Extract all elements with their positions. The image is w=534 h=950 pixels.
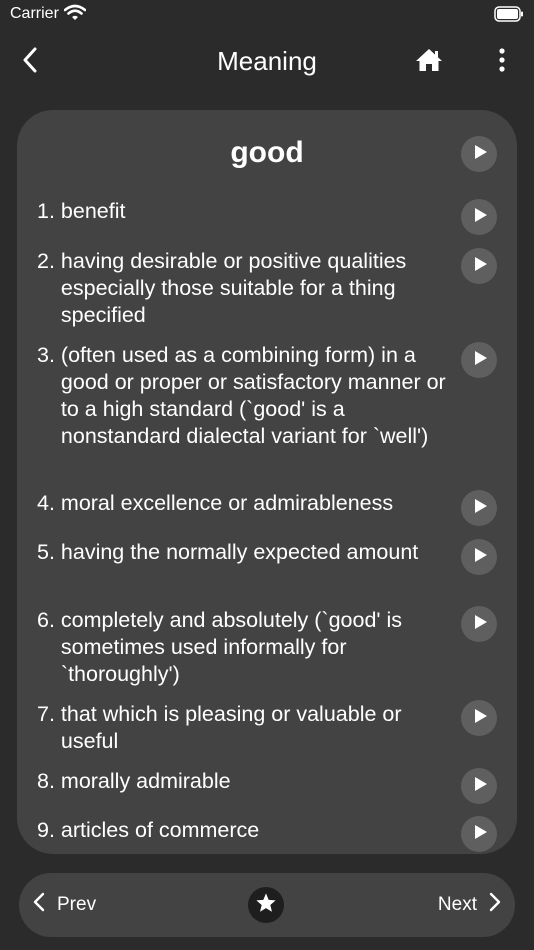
- word-title: good: [230, 136, 304, 169]
- meaning-card: good 1. benefit 2. having desirable or p…: [17, 110, 517, 854]
- chevron-right-icon: [489, 892, 501, 918]
- home-button[interactable]: [412, 46, 446, 78]
- meaning-item: 9. articles of commerce: [37, 817, 455, 844]
- meaning-number: 8.: [37, 769, 61, 793]
- next-button[interactable]: Next: [438, 889, 501, 921]
- home-icon: [415, 48, 443, 77]
- play-meaning-button[interactable]: [461, 490, 497, 526]
- meaning-item: 6. completely and absolutely (`good' is …: [37, 607, 455, 688]
- play-meaning-button[interactable]: [461, 606, 497, 642]
- meaning-number: 2.: [37, 249, 61, 273]
- more-button[interactable]: [488, 46, 516, 78]
- play-icon: [471, 144, 488, 165]
- meaning-text: that which is pleasing or valuable or us…: [60, 702, 402, 753]
- play-meaning-button[interactable]: [461, 342, 497, 378]
- meaning-item: 1. benefit: [37, 198, 455, 225]
- meaning-item: 2. having desirable or positive qualitie…: [37, 248, 455, 329]
- wifi-icon: [63, 4, 87, 26]
- meaning-text: moral excellence or admirableness: [60, 491, 394, 515]
- meaning-item: 7. that which is pleasing or valuable or…: [37, 701, 455, 755]
- meaning-item: 3. (often used as a combining form) in a…: [37, 342, 455, 450]
- play-word-button[interactable]: [461, 136, 497, 172]
- more-vertical-icon: [499, 47, 505, 77]
- meaning-text: morally admirable: [60, 769, 231, 793]
- play-meaning-button[interactable]: [461, 539, 497, 575]
- meaning-text: (often used as a combining form) in a go…: [60, 343, 446, 448]
- play-icon: [471, 776, 488, 797]
- prev-label: Prev: [57, 894, 97, 915]
- meaning-item: 4. moral excellence or admirableness: [37, 490, 455, 517]
- meaning-number: 1.: [37, 199, 61, 223]
- meaning-number: 5.: [37, 540, 61, 564]
- next-label: Next: [437, 894, 477, 915]
- meaning-text: articles of commerce: [60, 818, 260, 842]
- play-icon: [471, 547, 488, 568]
- meaning-text: benefit: [60, 199, 126, 223]
- meaning-number: 7.: [37, 702, 61, 726]
- star-icon: [255, 892, 277, 919]
- meaning-text: completely and absolutely (`good' is som…: [60, 608, 403, 686]
- play-meaning-button[interactable]: [461, 816, 497, 852]
- play-icon: [471, 256, 488, 277]
- meaning-text: having desirable or positive qualities e…: [60, 249, 407, 327]
- favorite-button[interactable]: [248, 887, 284, 923]
- status-bar: Carrier: [0, 0, 534, 30]
- play-meaning-button[interactable]: [461, 199, 497, 235]
- play-icon: [471, 708, 488, 729]
- page-title: Meaning: [217, 46, 317, 76]
- carrier-label: Carrier: [10, 5, 59, 22]
- meaning-number: 9.: [37, 818, 61, 842]
- prev-button[interactable]: Prev: [33, 889, 96, 921]
- nav-bar: Meaning: [0, 38, 534, 86]
- play-icon: [471, 614, 488, 635]
- meaning-number: 3.: [37, 343, 61, 367]
- bottom-bar: Prev Next: [19, 873, 515, 937]
- meaning-item: 5. having the normally expected amount: [37, 539, 455, 566]
- battery-icon: [494, 6, 524, 27]
- play-meaning-button[interactable]: [461, 700, 497, 736]
- play-icon: [471, 498, 488, 519]
- play-icon: [471, 350, 488, 371]
- play-meaning-button[interactable]: [461, 248, 497, 284]
- meaning-number: 4.: [37, 491, 61, 515]
- meaning-item: 8. morally admirable: [37, 768, 455, 795]
- meaning-text: having the normally expected amount: [60, 540, 419, 564]
- chevron-left-icon: [33, 892, 45, 918]
- meaning-number: 6.: [37, 608, 61, 632]
- play-icon: [471, 207, 488, 228]
- play-icon: [471, 824, 488, 845]
- play-meaning-button[interactable]: [461, 768, 497, 804]
